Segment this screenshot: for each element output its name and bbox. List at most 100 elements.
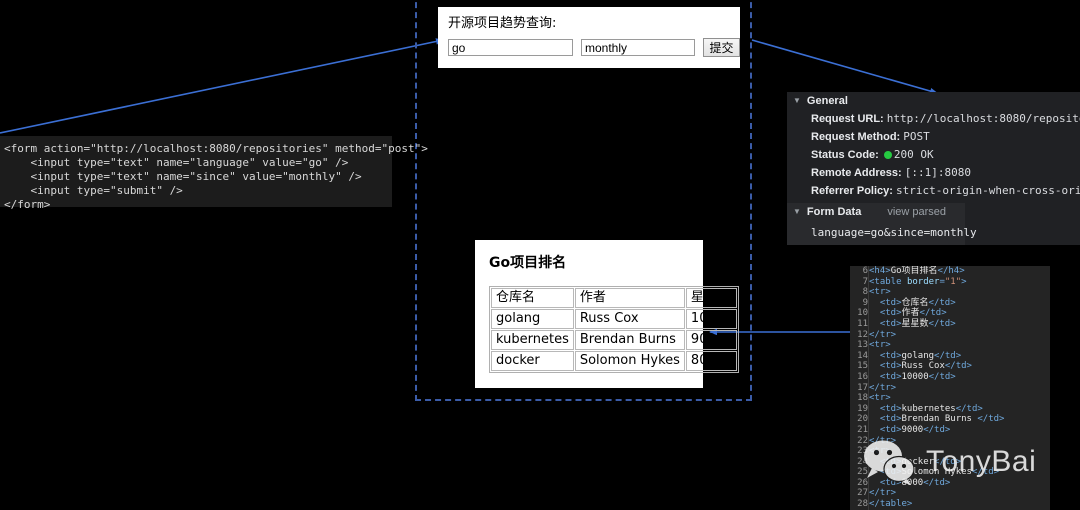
- ranking-table: 仓库名 作者 星星数 golang Russ Cox 10000 kubernetes Bre…: [489, 286, 740, 373]
- source-line-code: <td>golang</td>: [869, 351, 1051, 362]
- source-line-number: 8: [850, 287, 869, 298]
- source-line-number: 7: [850, 276, 869, 288]
- source-token: Russ Cox: [901, 361, 945, 372]
- devtools-headers-panel: ▼ General Request URL: http://localhost:…: [787, 92, 1080, 245]
- source-line-number: 26: [850, 477, 869, 489]
- source-line-number: 25: [850, 467, 869, 478]
- form-source-code-block: <form action="http://localhost:8080/repo…: [0, 136, 428, 211]
- source-line-code: <td>Russ Cox</td>: [869, 361, 1051, 372]
- form-data-section-label: Form Data: [806, 206, 862, 218]
- source-line: 14 <td>golang</td>: [850, 350, 1051, 362]
- source-line: 7 <table border="1">: [850, 276, 1050, 288]
- source-token: Brendan Burns: [901, 414, 978, 425]
- source-line-number: 22: [850, 435, 869, 447]
- source-line-code: </tr>: [869, 488, 1051, 499]
- source-token: Solomon Hykes: [901, 467, 972, 478]
- query-form-card: 开源项目趋势查询: 提交: [438, 7, 740, 68]
- form-data-panel: ▼ Form Data view parsed language=go&sinc…: [787, 203, 977, 245]
- source-token: </tr>: [869, 488, 897, 499]
- source-token: </td>: [934, 350, 962, 361]
- devtools-field-value: http://localhost:8080/repositories: [886, 112, 1080, 125]
- source-line-number: 18: [850, 393, 869, 404]
- source-token: <tr>: [869, 340, 891, 351]
- source-token: 作者: [901, 308, 920, 319]
- devtools-field-row: Remote Address: [::1]:8080: [787, 164, 1080, 182]
- source-line-code: <td>9000</td>: [869, 425, 1051, 436]
- source-token: </tr>: [869, 329, 897, 340]
- source-line-code: </table>: [869, 499, 1051, 510]
- source-line: 26 <td>8000</td>: [850, 477, 1051, 489]
- table-cell: Solomon Hykes: [574, 351, 685, 371]
- devtools-field-key: Referrer Policy:: [811, 185, 896, 197]
- source-line-code: <td>8000</td>: [869, 478, 1051, 489]
- table-header-row: 仓库名 作者 星星数: [491, 288, 738, 308]
- source-token: 9000: [901, 424, 924, 435]
- source-line-code: <td>作者</td>: [869, 308, 1051, 319]
- table-cell: kubernetes: [491, 330, 574, 350]
- view-source-panel[interactable]: 6 <h4>Go项目排名</h4> 7 <table border="1"> 8 <tr>…: [850, 266, 1050, 510]
- source-token: </tr>: [869, 435, 897, 446]
- devtools-field-value: strict-origin-when-cross-origin: [895, 184, 1080, 197]
- source-line-code: <h4>Go项目排名</h4>: [869, 266, 1051, 277]
- table-cell: docker: [491, 351, 574, 371]
- source-token: <td>: [869, 308, 902, 319]
- general-section-header[interactable]: ▼ General: [787, 92, 1080, 110]
- devtools-field-value: 200 OK: [893, 148, 934, 161]
- devtools-field-row: Status Code: 200 OK: [787, 146, 1080, 164]
- source-token: </h4>: [937, 266, 965, 276]
- since-input[interactable]: [581, 39, 695, 56]
- source-line-number: 14: [850, 350, 869, 362]
- source-token: </td>: [923, 477, 951, 488]
- status-ok-icon: [883, 150, 892, 159]
- source-line-code: </tr>: [869, 436, 1051, 447]
- source-line: 15 <td>Russ Cox</td>: [850, 361, 1050, 372]
- source-token: >: [961, 276, 967, 287]
- source-token: </tr>: [869, 382, 897, 393]
- source-token: <td>: [869, 414, 902, 425]
- source-token: </td>: [928, 297, 956, 308]
- source-line-number: 16: [850, 371, 869, 383]
- view-parsed-link[interactable]: view parsed: [887, 206, 946, 218]
- table-cell: 9000: [685, 330, 738, 350]
- source-line-code: <td>Solomon Hykes</td>: [869, 467, 1051, 478]
- table-cell: 星星数: [685, 288, 738, 308]
- source-token: </td>: [971, 467, 1000, 478]
- source-token: </td>: [944, 361, 972, 372]
- devtools-field-row: Referrer Policy: strict-origin-when-cros…: [787, 182, 1080, 200]
- source-token: </td>: [977, 414, 1005, 425]
- source-line: 20 <td>Brendan Burns </td>: [850, 414, 1050, 425]
- source-line: 8 <tr>: [850, 287, 1050, 298]
- source-token: <tr>: [869, 287, 891, 298]
- devtools-field-key: Status Code:: [811, 149, 882, 161]
- source-token: <td>: [869, 371, 902, 382]
- source-line-number: 9: [850, 297, 869, 309]
- source-token: </td>: [919, 308, 947, 319]
- source-line-code: <td>kubernetes</td>: [869, 404, 1051, 415]
- source-line: 6 <h4>Go项目排名</h4>: [850, 266, 1050, 277]
- source-lines-table: 6 <h4>Go项目排名</h4> 7 <table border="1"> 8 <tr>…: [850, 266, 1050, 510]
- source-line-number: 19: [850, 403, 869, 415]
- source-token: </td>: [955, 403, 983, 414]
- source-line-code: <td>10000</td>: [869, 372, 1051, 383]
- devtools-field-value: POST: [903, 130, 930, 143]
- devtools-field-row: Request Method: POST: [787, 128, 1080, 146]
- arrow-form-to-devtools: [751, 39, 938, 95]
- source-line-number: 23: [850, 446, 869, 457]
- source-token: 仓库名: [901, 297, 929, 308]
- table-row: docker Solomon Hykes 8000: [491, 351, 738, 371]
- form-title: 开源项目趋势查询:: [448, 16, 557, 31]
- submit-button[interactable]: 提交: [703, 38, 740, 57]
- source-token: </td>: [928, 371, 956, 382]
- table-cell: 8000: [685, 351, 738, 371]
- source-line-number: 12: [850, 329, 869, 341]
- source-line-number: 20: [850, 414, 869, 425]
- source-line-number: 28: [850, 499, 869, 510]
- source-line: 12 </tr>: [850, 329, 1050, 341]
- source-token: kubernetes: [901, 403, 956, 414]
- source-token: </td>: [923, 424, 951, 435]
- source-token: <td>: [869, 403, 902, 414]
- language-input[interactable]: [448, 39, 573, 56]
- source-token: <td>: [869, 297, 902, 308]
- source-token: <td>: [869, 477, 902, 488]
- form-data-section-header[interactable]: ▼ Form Data view parsed: [787, 203, 965, 221]
